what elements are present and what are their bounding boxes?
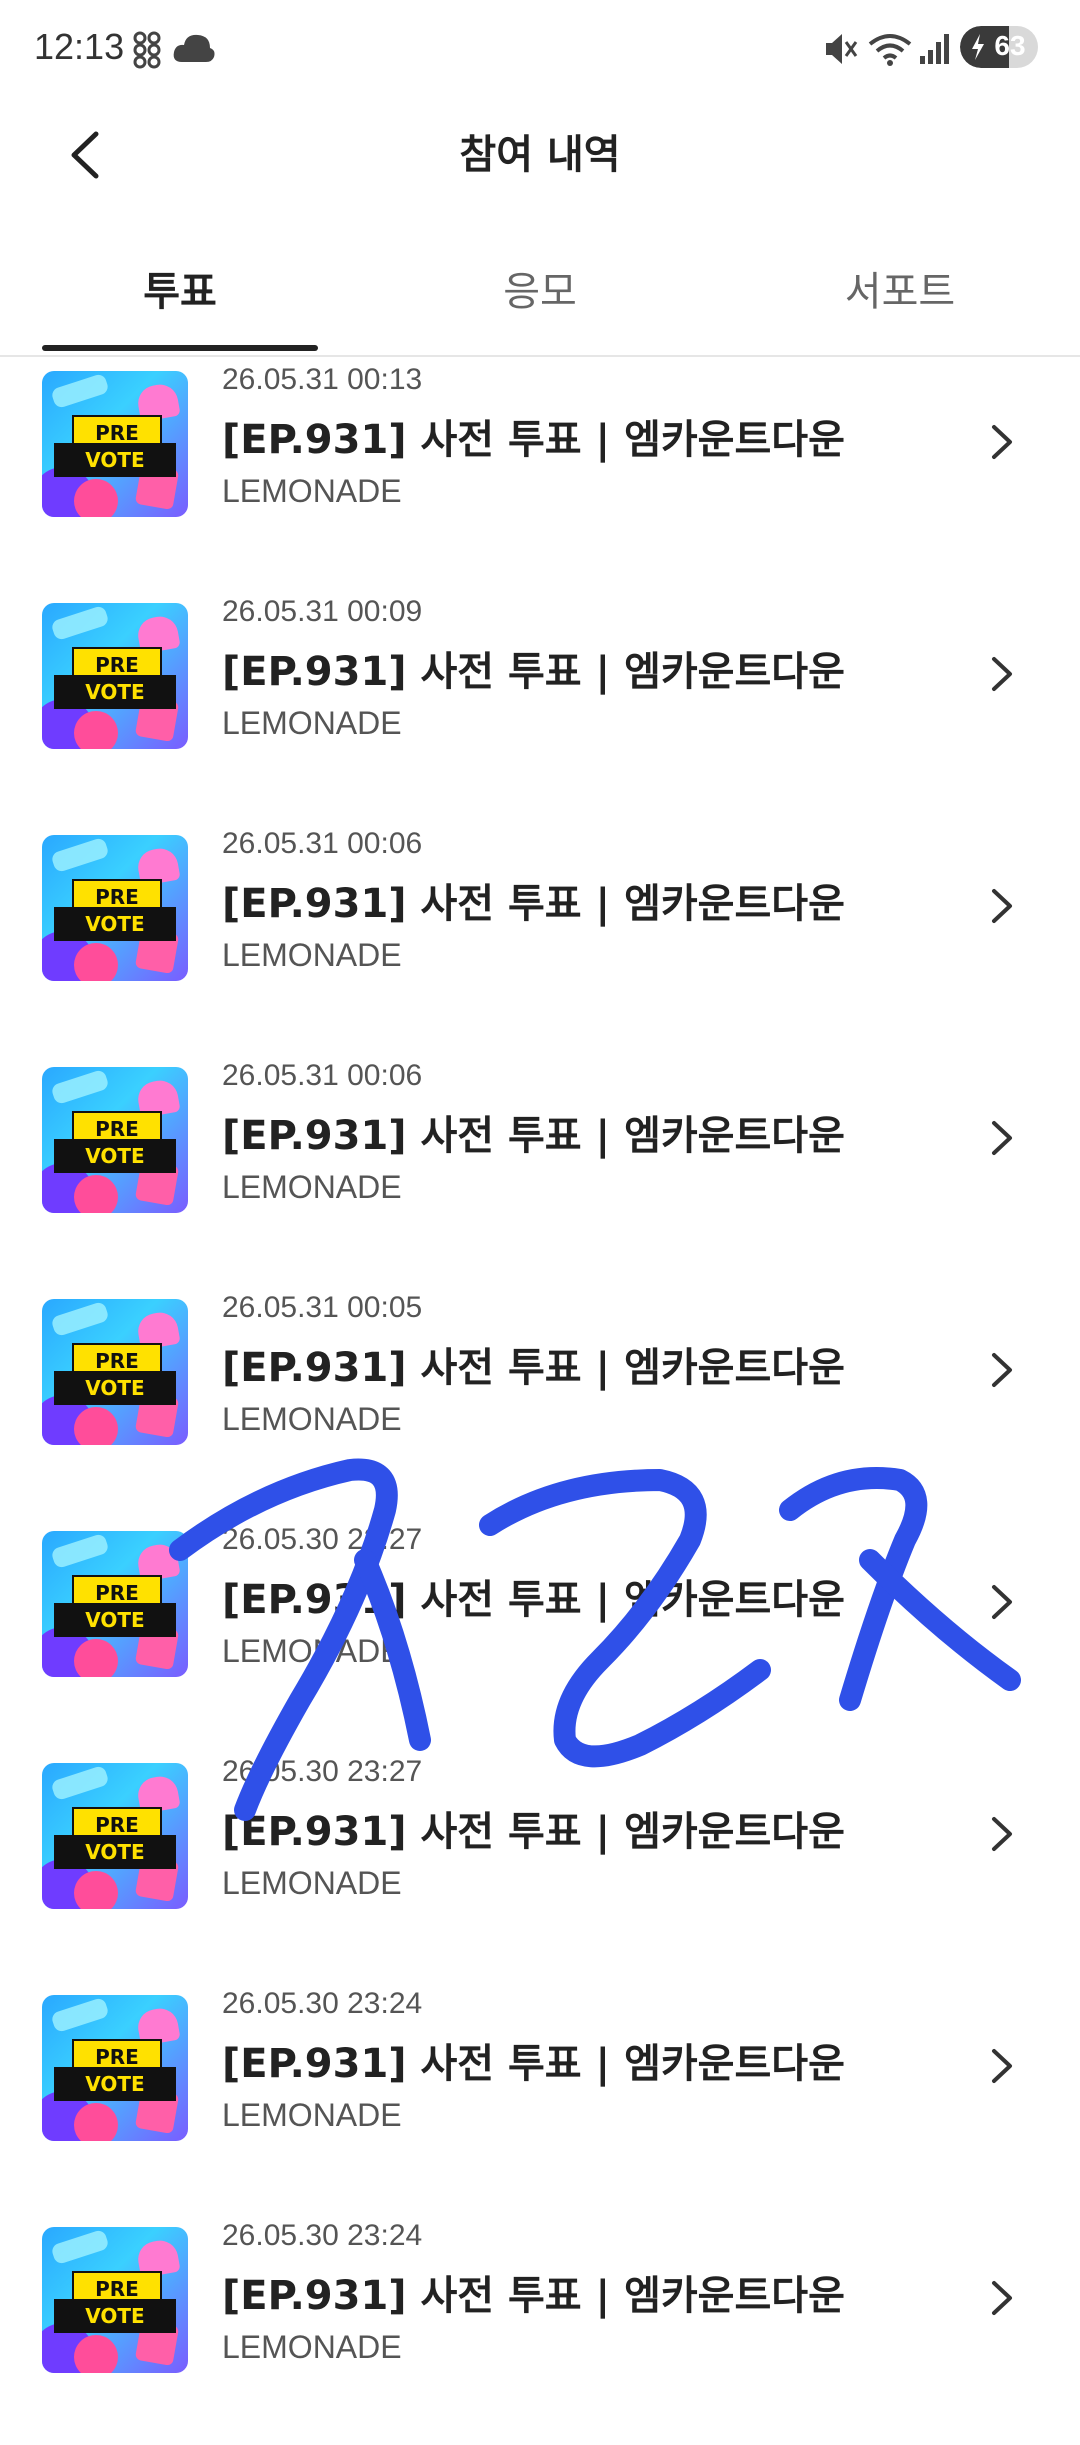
prevote-thumbnail: PRE VOTE [42,835,188,981]
thumbnail-vote-text: VOTE [54,2299,176,2333]
prevote-thumbnail: PRE VOTE [42,371,188,517]
thumbnail-vote-text: VOTE [54,443,176,477]
prevote-thumbnail: PRE VOTE [42,1995,188,2141]
item-title: [EP.931] 사전 투표 | 엠카운트다운 [222,1577,845,1623]
chevron-right-icon[interactable] [984,2041,1020,2091]
prevote-thumbnail: PRE VOTE [42,1299,188,1445]
item-date: 26.05.31 00:09 [222,595,423,628]
tab-support[interactable]: 서포트 [720,259,1080,317]
list-item[interactable]: PRE VOTE 26.05.31 00:06 [EP.931] 사전 투표 |… [0,1053,1080,1285]
thumbnail-vote-text: VOTE [54,675,176,709]
grid-app-icon [133,31,161,69]
list-item[interactable]: PRE VOTE 26.05.31 00:09 [EP.931] 사전 투표 |… [0,589,1080,821]
item-title: [EP.931] 사전 투표 | 엠카운트다운 [222,2041,845,2087]
item-date: 26.05.30 23:24 [222,1987,423,2020]
prevote-thumbnail: PRE VOTE [42,603,188,749]
list-item[interactable]: PRE VOTE 26.05.31 00:05 [EP.931] 사전 투표 |… [0,1285,1080,1517]
chevron-right-icon[interactable] [984,881,1020,931]
item-date: 26.05.31 00:06 [222,1059,423,1092]
item-title: [EP.931] 사전 투표 | 엠카운트다운 [222,881,845,927]
battery-level: 63 [994,30,1026,61]
tab-active-indicator [42,345,318,351]
chevron-right-icon[interactable] [984,1345,1020,1395]
thumbnail-vote-text: VOTE [54,907,176,941]
header: 참여 내역 [0,100,1080,200]
item-title: [EP.931] 사전 투표 | 엠카운트다운 [222,649,845,695]
item-subtitle: LEMONADE [222,2097,402,2133]
tab-entry[interactable]: 응모 [360,259,720,317]
item-subtitle: LEMONADE [222,1401,402,1437]
list-item[interactable]: PRE VOTE 26.05.30 23:27 [EP.931] 사전 투표 |… [0,1749,1080,1981]
item-title: [EP.931] 사전 투표 | 엠카운트다운 [222,1113,845,1159]
item-title: [EP.931] 사전 투표 | 엠카운트다운 [222,2273,845,2319]
chevron-right-icon[interactable] [984,1113,1020,1163]
prevote-thumbnail: PRE VOTE [42,1763,188,1909]
chevron-right-icon[interactable] [984,1809,1020,1859]
tab-bar: 투표 응모 서포트 [0,245,1080,357]
thumbnail-vote-text: VOTE [54,1835,176,1869]
item-subtitle: LEMONADE [222,937,402,973]
item-subtitle: LEMONADE [222,473,402,509]
chevron-right-icon[interactable] [984,649,1020,699]
list-item[interactable]: PRE VOTE 26.05.30 23:24 [EP.931] 사전 투표 |… [0,2213,1080,2445]
list-item[interactable]: PRE VOTE 26.05.31 00:13 [EP.931] 사전 투표 |… [0,357,1080,589]
item-date: 26.05.31 00:06 [222,827,423,860]
item-title: [EP.931] 사전 투표 | 엠카운트다운 [222,1809,845,1855]
item-subtitle: LEMONADE [222,705,402,741]
item-title: [EP.931] 사전 투표 | 엠카운트다운 [222,1345,845,1391]
prevote-thumbnail: PRE VOTE [42,1067,188,1213]
thumbnail-vote-text: VOTE [54,1603,176,1637]
battery-icon: 63 [960,26,1038,68]
list-item[interactable]: PRE VOTE 26.05.30 23:24 [EP.931] 사전 투표 |… [0,1981,1080,2213]
status-bar: 12:13 63 [0,0,1080,100]
item-date: 26.05.30 23:27 [222,1523,423,1556]
item-subtitle: LEMONADE [222,1865,402,1901]
status-time: 12:13 [34,26,125,67]
prevote-thumbnail: PRE VOTE [42,1531,188,1677]
item-title: [EP.931] 사전 투표 | 엠카운트다운 [222,417,845,463]
chevron-right-icon[interactable] [984,417,1020,467]
prevote-thumbnail: PRE VOTE [42,2227,188,2373]
page-title: 참여 내역 [459,132,621,178]
chevron-right-icon[interactable] [984,1577,1020,1627]
wifi-icon [868,34,912,66]
item-subtitle: LEMONADE [222,1169,402,1205]
mute-icon [826,34,858,64]
list-item[interactable]: PRE VOTE 26.05.30 23:27 [EP.931] 사전 투표 |… [0,1517,1080,1749]
list-item[interactable]: PRE VOTE 26.05.31 00:06 [EP.931] 사전 투표 |… [0,821,1080,1053]
item-subtitle: LEMONADE [222,1633,402,1669]
item-date: 26.05.31 00:05 [222,1291,423,1324]
thumbnail-vote-text: VOTE [54,1139,176,1173]
signal-icon [920,34,949,64]
item-subtitle: LEMONADE [222,2329,402,2365]
thumbnail-vote-text: VOTE [54,2067,176,2101]
thumbnail-vote-text: VOTE [54,1371,176,1405]
item-date: 26.05.31 00:13 [222,363,423,396]
item-date: 26.05.30 23:24 [222,2219,423,2252]
cloud-icon [173,34,215,62]
item-date: 26.05.30 23:27 [222,1755,423,1788]
tab-vote[interactable]: 투표 [0,259,360,317]
